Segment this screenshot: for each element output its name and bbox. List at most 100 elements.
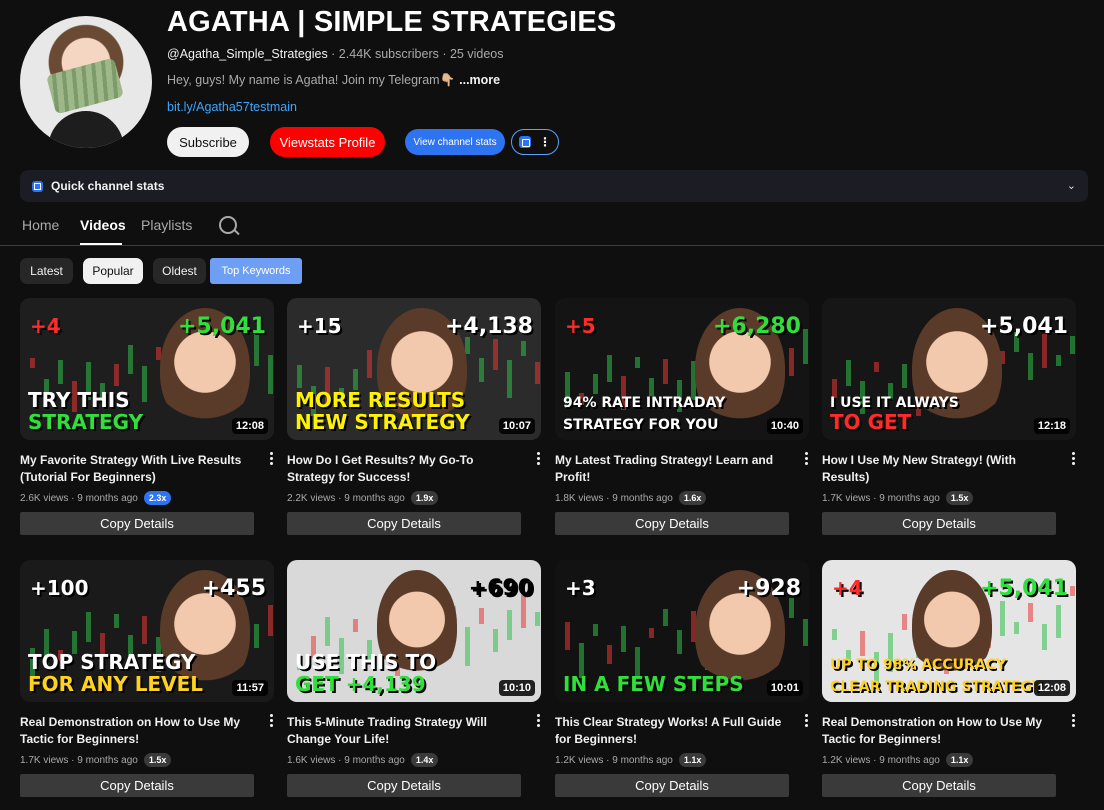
video-thumbnail[interactable]: +100 +455 TOP STRATEGY FOR ANY LEVEL 11:… — [20, 560, 274, 702]
more-vert-icon[interactable] — [1072, 714, 1076, 729]
video-duration: 10:10 — [498, 680, 535, 696]
channel-handle[interactable]: @Agatha_Simple_Strategies — [167, 47, 328, 61]
chip-oldest[interactable]: Oldest — [153, 258, 206, 284]
copy-details-button[interactable]: Copy Details — [20, 512, 254, 535]
tab-videos[interactable]: Videos — [80, 217, 126, 233]
video-thumbnail[interactable]: +4 +5,041 UP TO 98% ACCURACY CLEAR TRADI… — [822, 560, 1076, 702]
more-vert-icon[interactable] — [270, 452, 274, 467]
more-vert-icon[interactable] — [805, 714, 809, 729]
outlier-badge: 1.6x — [678, 491, 707, 505]
copy-details-button[interactable]: Copy Details — [555, 774, 789, 797]
thumb-caption-line1: UP TO 98% ACCURACY — [830, 657, 1006, 673]
more-link[interactable]: ...more — [459, 73, 500, 87]
description-text: Hey, guys! My name is Agatha! Join my Te… — [167, 73, 456, 87]
viewstats-profile-button[interactable]: Viewstats Profile — [270, 127, 385, 157]
video-card[interactable]: +4 +5,041 UP TO 98% ACCURACY CLEAR TRADI… — [822, 560, 1076, 797]
copy-details-button[interactable]: Copy Details — [20, 774, 254, 797]
tab-active-indicator — [80, 243, 122, 245]
subscribe-button[interactable]: Subscribe — [167, 127, 249, 157]
video-duration: 12:08 — [1033, 680, 1070, 696]
video-thumbnail[interactable]: +3 +928 IN A FEW STEPS 10:01 — [555, 560, 809, 702]
video-meta: 1.7K views · 9 months ago 1.5x — [822, 491, 1076, 505]
video-thumbnail[interactable]: +5,041 I USE IT ALWAYS TO GET 12:18 — [822, 298, 1076, 440]
thumb-caption-line1: TOP STRATEGY — [28, 650, 196, 674]
video-views-age: 1.8K views · 9 months ago — [555, 492, 673, 504]
thumb-number-right: +690 — [468, 576, 533, 601]
video-card[interactable]: +3 +928 IN A FEW STEPS 10:01 This Clear … — [555, 560, 809, 797]
tab-home[interactable]: Home — [22, 217, 59, 233]
chip-top-keywords[interactable]: Top Keywords — [210, 258, 302, 284]
video-title[interactable]: My Latest Trading Strategy! Learn and Pr… — [555, 452, 785, 486]
more-vert-icon[interactable] — [537, 452, 541, 467]
extension-menu-button[interactable]: ⋮ — [511, 129, 559, 155]
video-views-age: 2.2K views · 9 months ago — [287, 492, 405, 504]
video-title[interactable]: Real Demonstration on How to Use My Tact… — [20, 714, 250, 748]
video-card[interactable]: +5,041 I USE IT ALWAYS TO GET 12:18 How … — [822, 298, 1076, 535]
thumb-caption-line2: GET +4,139 — [295, 672, 426, 696]
thumb-caption-line2: CLEAR TRADING STRATEGY — [830, 679, 1042, 695]
thumb-caption-line2: FOR ANY LEVEL — [28, 672, 203, 696]
video-meta: 1.6K views · 9 months ago 1.4x — [287, 753, 541, 767]
copy-details-button[interactable]: Copy Details — [287, 774, 521, 797]
channel-tabs: Home Videos Playlists — [0, 205, 1104, 246]
video-views-age: 1.2K views · 9 months ago — [822, 754, 940, 766]
video-card[interactable]: +100 +455 TOP STRATEGY FOR ANY LEVEL 11:… — [20, 560, 274, 797]
copy-details-button[interactable]: Copy Details — [822, 774, 1056, 797]
more-vert-icon[interactable] — [270, 714, 274, 729]
channel-link[interactable]: bit.ly/Agatha57testmain — [167, 100, 297, 114]
video-meta: 1.2K views · 9 months ago 1.1x — [822, 753, 1076, 767]
video-thumbnail[interactable]: +5 +6,280 94% RATE INTRADAY STRATEGY FOR… — [555, 298, 809, 440]
thumb-caption-line2: TO GET — [830, 410, 912, 434]
thumb-number-left: +4 — [30, 314, 61, 338]
outlier-badge: 2.3x — [143, 491, 172, 505]
thumb-caption-line1: USE THIS TO — [295, 650, 437, 674]
video-duration: 12:08 — [231, 418, 268, 434]
thumb-number-right: +5,041 — [177, 314, 266, 339]
video-views-age: 2.6K views · 9 months ago — [20, 492, 138, 504]
video-meta: 1.7K views · 9 months ago 1.5x — [20, 753, 274, 767]
outlier-badge: 1.9x — [410, 491, 439, 505]
video-duration: 10:07 — [498, 418, 535, 434]
video-card[interactable]: +4 +5,041 TRY THIS STRATEGY 12:08 My Fav… — [20, 298, 274, 535]
channel-meta: @Agatha_Simple_Strategies · 2.44K subscr… — [167, 47, 503, 61]
video-thumbnail[interactable]: +15 +4,138 MORE RESULTS NEW STRATEGY 10:… — [287, 298, 541, 440]
viewstats-logo-icon — [519, 136, 531, 148]
thumb-number-right: +5,041 — [979, 576, 1068, 601]
channel-avatar[interactable] — [20, 16, 152, 148]
quick-channel-stats-bar[interactable]: Quick channel stats ⌄ — [20, 170, 1088, 202]
video-thumbnail[interactable]: +690 USE THIS TO GET +4,139 10:10 — [287, 560, 541, 702]
chevron-down-icon[interactable]: ⌄ — [1067, 179, 1076, 192]
more-vert-icon[interactable] — [537, 714, 541, 729]
video-meta: 1.2K views · 9 months ago 1.1x — [555, 753, 809, 767]
video-duration: 10:01 — [766, 680, 803, 696]
more-vert-icon[interactable] — [1072, 452, 1076, 467]
video-thumbnail[interactable]: +4 +5,041 TRY THIS STRATEGY 12:08 — [20, 298, 274, 440]
video-card[interactable]: +690 USE THIS TO GET +4,139 10:10 This 5… — [287, 560, 541, 797]
channel-stats: · 2.44K subscribers · 25 videos — [327, 47, 504, 61]
copy-details-button[interactable]: Copy Details — [287, 512, 521, 535]
more-vert-icon[interactable] — [805, 452, 809, 467]
thumb-number-right: +5,041 — [979, 314, 1068, 339]
thumb-number-left: +15 — [297, 314, 342, 338]
video-title[interactable]: My Favorite Strategy With Live Results (… — [20, 452, 250, 486]
video-title[interactable]: Real Demonstration on How to Use My Tact… — [822, 714, 1052, 748]
video-title[interactable]: How Do I Get Results? My Go-To Strategy … — [287, 452, 517, 486]
copy-details-button[interactable]: Copy Details — [822, 512, 1056, 535]
video-title[interactable]: How I Use My New Strategy! (With Results… — [822, 452, 1052, 486]
video-meta: 2.2K views · 9 months ago 1.9x — [287, 491, 541, 505]
chip-popular[interactable]: Popular — [83, 258, 143, 284]
outlier-badge: 1.1x — [678, 753, 707, 767]
viewstats-logo-icon — [32, 180, 43, 192]
thumb-caption-line1: 94% RATE INTRADAY — [563, 395, 726, 411]
channel-description[interactable]: Hey, guys! My name is Agatha! Join my Te… — [167, 73, 500, 88]
tab-playlists[interactable]: Playlists — [141, 217, 192, 233]
search-icon[interactable] — [219, 216, 237, 234]
copy-details-button[interactable]: Copy Details — [555, 512, 789, 535]
video-card[interactable]: +15 +4,138 MORE RESULTS NEW STRATEGY 10:… — [287, 298, 541, 535]
view-channel-stats-button[interactable]: View channel stats — [405, 129, 505, 155]
video-card[interactable]: +5 +6,280 94% RATE INTRADAY STRATEGY FOR… — [555, 298, 809, 535]
video-title[interactable]: This 5-Minute Trading Strategy Will Chan… — [287, 714, 517, 748]
thumb-caption-line1: TRY THIS — [28, 388, 130, 412]
video-title[interactable]: This Clear Strategy Works! A Full Guide … — [555, 714, 785, 748]
chip-latest[interactable]: Latest — [20, 258, 73, 284]
